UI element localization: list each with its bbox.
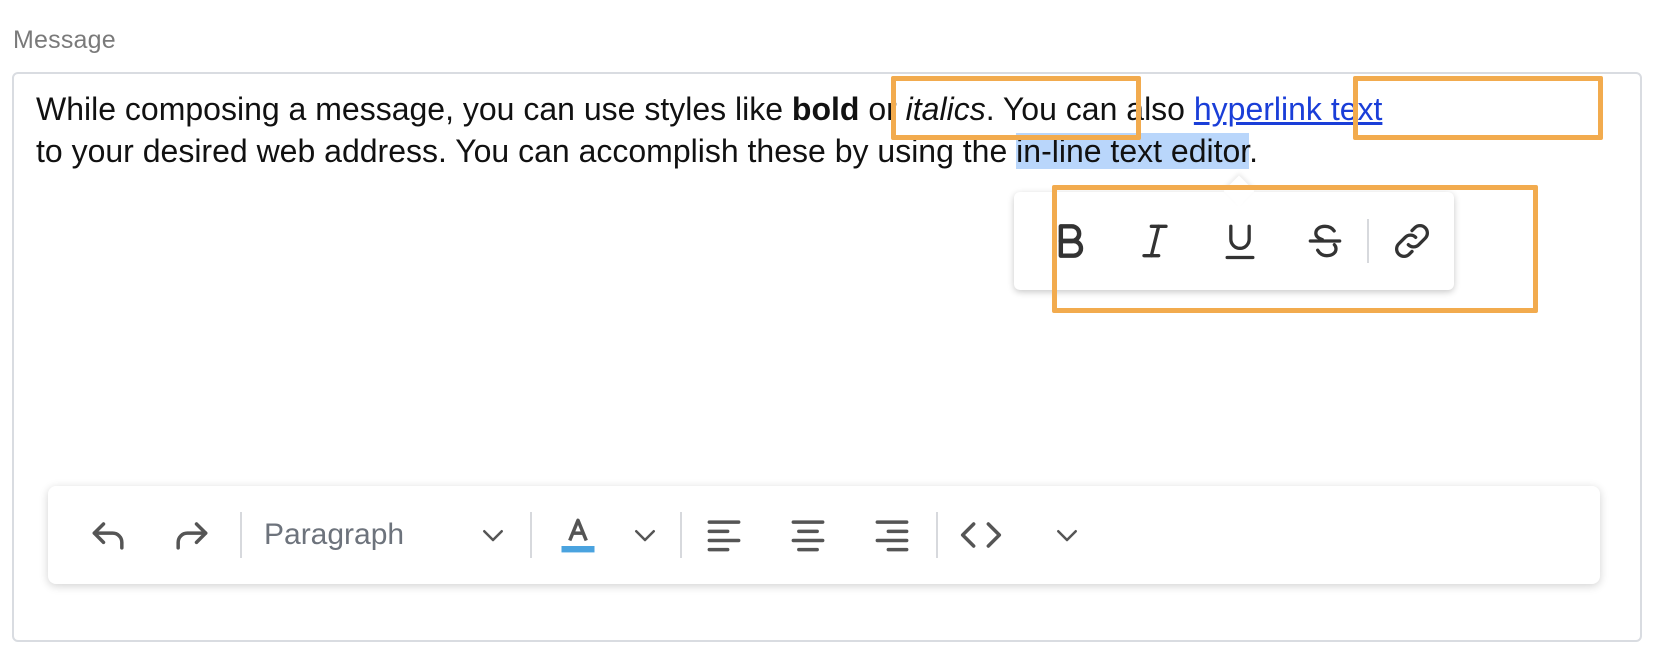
text-color-icon (561, 518, 595, 553)
message-text: While composing a message, you can use s… (36, 91, 792, 127)
chevron-down-icon (483, 530, 503, 542)
message-label: Message (13, 26, 116, 54)
more-options-button[interactable] (1024, 500, 1110, 570)
highlight-hyperlink (1353, 76, 1603, 140)
align-center-button[interactable] (766, 500, 850, 570)
block-format-select[interactable]: Paragraph (242, 500, 530, 570)
align-left-button[interactable] (682, 500, 766, 570)
align-right-button[interactable] (850, 500, 934, 570)
undo-icon (92, 522, 124, 550)
chevron-down-icon (635, 530, 655, 542)
editor-toolbar: Paragraph (48, 486, 1600, 584)
align-right-icon (875, 520, 909, 552)
highlight-bold-italics (891, 76, 1141, 140)
block-format-value: Paragraph (264, 518, 405, 551)
code-button[interactable] (938, 500, 1024, 570)
text-color-button[interactable] (532, 500, 624, 570)
undo-button[interactable] (68, 500, 150, 570)
code-icon (960, 522, 1002, 548)
highlight-inline-toolbar (1052, 185, 1538, 313)
message-text: to your desired web address. You can acc… (36, 133, 1017, 169)
align-center-icon (791, 520, 825, 552)
redo-icon (176, 522, 208, 550)
message-editor[interactable]: While composing a message, you can use s… (12, 72, 1642, 642)
bold-text: bold (791, 91, 860, 127)
message-text: . (1249, 133, 1259, 169)
text-color-dropdown[interactable] (624, 500, 666, 570)
align-left-icon (707, 520, 741, 552)
redo-button[interactable] (150, 500, 232, 570)
chevron-down-icon (1057, 530, 1077, 542)
